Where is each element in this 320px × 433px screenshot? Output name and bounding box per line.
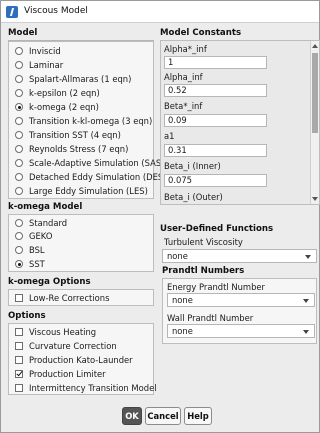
checkbox-indicator[interactable] <box>15 342 23 350</box>
cancel-button[interactable]: Cancel <box>145 407 181 425</box>
const-label-alpha-inf: Alpha_inf <box>164 72 203 82</box>
radio-bsl[interactable]: BSL <box>15 244 45 256</box>
radio-indicator[interactable] <box>15 219 23 227</box>
radio-les[interactable]: Large Eddy Simulation (LES) <box>15 185 148 197</box>
prandtl-numbers-panel: Energy Prandtl Number none Wall Prandtl … <box>162 278 317 344</box>
help-button[interactable]: Help <box>184 407 212 425</box>
k-omega-model-panel: Standard GEKO BSL SST <box>8 214 154 272</box>
chevron-down-icon <box>303 299 309 303</box>
constants-scrollbar[interactable] <box>310 41 319 204</box>
radio-indicator[interactable] <box>15 47 23 55</box>
const-label-beta-star-inf: Beta*_inf <box>164 101 203 111</box>
const-label-beta-i-inner: Beta_i (Inner) <box>164 161 221 171</box>
wall-prandtl-label: Wall Prandtl Number <box>167 313 254 323</box>
radio-indicator[interactable] <box>15 173 23 181</box>
window-title: Viscous Model <box>24 6 88 16</box>
alpha-inf-field[interactable]: 0.52 <box>164 84 267 97</box>
radio-k-epsilon[interactable]: k-epsilon (2 eqn) <box>15 87 100 99</box>
radio-des[interactable]: Detached Eddy Simulation (DES) <box>15 171 166 183</box>
radio-sas[interactable]: Scale-Adaptive Simulation (SAS) <box>15 157 164 169</box>
turbulent-viscosity-value: none <box>167 251 188 261</box>
checkbox-production-kato-launder[interactable]: Production Kato-Launder <box>15 354 133 366</box>
model-header: Model <box>8 28 154 41</box>
chevron-down-icon <box>303 330 309 334</box>
radio-standard[interactable]: Standard <box>15 217 67 229</box>
wall-prandtl-dropdown[interactable]: none <box>167 324 315 338</box>
energy-prandtl-dropdown[interactable]: none <box>167 293 315 307</box>
a1-field[interactable]: 0.31 <box>164 144 267 157</box>
chevron-down-icon <box>305 255 311 259</box>
model-constants-list[interactable]: Alpha*_inf 1 Alpha_inf 0.52 Beta*_inf 0.… <box>160 40 320 205</box>
model-constants-header: Model Constants <box>160 28 242 38</box>
radio-transition-k-kl-omega[interactable]: Transition k-kl-omega (3 eqn) <box>15 115 152 127</box>
ok-button[interactable]: OK <box>122 407 142 425</box>
radio-indicator[interactable] <box>15 61 23 69</box>
k-omega-options-panel: Low-Re Corrections <box>8 289 154 306</box>
radio-indicator-selected[interactable] <box>15 103 23 111</box>
checkbox-curvature-correction[interactable]: Curvature Correction <box>15 340 117 352</box>
radio-reynolds-stress[interactable]: Reynolds Stress (7 eqn) <box>15 143 128 155</box>
radio-inviscid[interactable]: Inviscid <box>15 45 61 57</box>
title-bar: Viscous Model <box>1 1 319 23</box>
radio-indicator[interactable] <box>15 232 23 240</box>
const-label-beta-i-outer: Beta_i (Outer) <box>164 192 223 202</box>
radio-indicator[interactable] <box>15 187 23 195</box>
checkbox-indicator[interactable] <box>15 356 23 364</box>
turbulent-viscosity-label: Turbulent Viscosity <box>164 237 243 247</box>
checkbox-low-re-corrections[interactable]: Low-Re Corrections <box>15 292 109 304</box>
viscous-model-dialog: Viscous Model Model Inviscid Laminar Spa… <box>0 0 320 433</box>
radio-indicator[interactable] <box>15 131 23 139</box>
checkbox-indicator[interactable] <box>15 384 23 392</box>
beta-i-inner-field[interactable]: 0.075 <box>164 174 267 187</box>
scroll-up-icon[interactable] <box>312 44 318 48</box>
fluent-app-icon <box>6 6 18 18</box>
beta-star-inf-field[interactable]: 0.09 <box>164 114 267 127</box>
radio-geko[interactable]: GEKO <box>15 230 52 242</box>
user-defined-functions-header: User-Defined Functions <box>160 224 274 234</box>
turbulent-viscosity-dropdown[interactable]: none <box>162 249 317 263</box>
checkbox-indicator-checked[interactable] <box>15 370 23 378</box>
radio-sst[interactable]: SST <box>15 258 45 270</box>
energy-prandtl-value: none <box>172 295 193 305</box>
const-label-alpha-star-inf: Alpha*_inf <box>164 44 207 54</box>
radio-spalart-allmaras[interactable]: Spalart-Allmaras (1 eqn) <box>15 73 131 85</box>
radio-indicator[interactable] <box>15 159 23 167</box>
checkbox-intermittency-transition[interactable]: Intermittency Transition Model <box>15 382 157 394</box>
model-panel: Inviscid Laminar Spalart-Allmaras (1 eqn… <box>8 41 166 199</box>
checkbox-indicator[interactable] <box>15 328 23 336</box>
radio-indicator[interactable] <box>15 246 23 254</box>
radio-indicator[interactable] <box>15 75 23 83</box>
alpha-star-inf-field[interactable]: 1 <box>164 56 267 69</box>
radio-laminar[interactable]: Laminar <box>15 59 63 71</box>
radio-k-omega[interactable]: k-omega (2 eqn) <box>15 101 99 113</box>
radio-indicator[interactable] <box>15 145 23 153</box>
scroll-down-icon[interactable] <box>312 197 318 201</box>
checkbox-indicator[interactable] <box>15 294 23 302</box>
wall-prandtl-value: none <box>172 326 193 336</box>
energy-prandtl-label: Energy Prandtl Number <box>167 282 266 292</box>
radio-indicator-selected[interactable] <box>15 260 23 268</box>
checkbox-viscous-heating[interactable]: Viscous Heating <box>15 326 96 338</box>
checkbox-production-limiter[interactable]: Production Limiter <box>15 368 106 380</box>
radio-indicator[interactable] <box>15 89 23 97</box>
scroll-thumb[interactable] <box>312 53 318 133</box>
options-panel: Viscous Heating Curvature Correction Pro… <box>8 323 157 395</box>
radio-indicator[interactable] <box>15 117 23 125</box>
radio-transition-sst[interactable]: Transition SST (4 eqn) <box>15 129 121 141</box>
const-label-a1: a1 <box>164 131 175 141</box>
